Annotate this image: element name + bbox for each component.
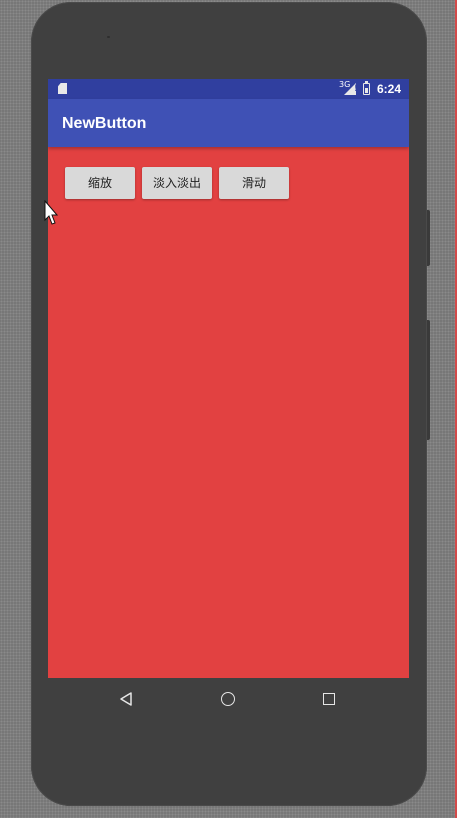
signal-alert-icon: ! (354, 84, 359, 94)
battery-charging-icon (363, 81, 370, 95)
fade-in-out-button[interactable]: 淡入淡出 (142, 167, 212, 199)
network-type-label: 3G (339, 80, 351, 89)
volume-rocker[interactable] (427, 320, 430, 440)
device-screen: 3G ! 6:24 NewButton 缩放 淡入淡出 滑动 (48, 79, 409, 678)
sd-card-icon (58, 83, 67, 94)
front-camera (107, 36, 110, 38)
nav-back-icon[interactable] (119, 692, 133, 706)
nav-home-icon[interactable] (221, 692, 235, 706)
status-bar: 3G ! 6:24 (48, 79, 409, 99)
nav-recents-icon[interactable] (323, 693, 335, 705)
slide-button[interactable]: 滑动 (219, 167, 289, 199)
app-title: NewButton (62, 115, 147, 132)
power-button[interactable] (427, 210, 430, 266)
navigation-bar (48, 678, 409, 722)
app-bar: NewButton (48, 99, 409, 147)
mouse-cursor-icon (44, 200, 58, 225)
scale-button[interactable]: 缩放 (65, 167, 135, 199)
status-time: 6:24 (377, 82, 402, 96)
